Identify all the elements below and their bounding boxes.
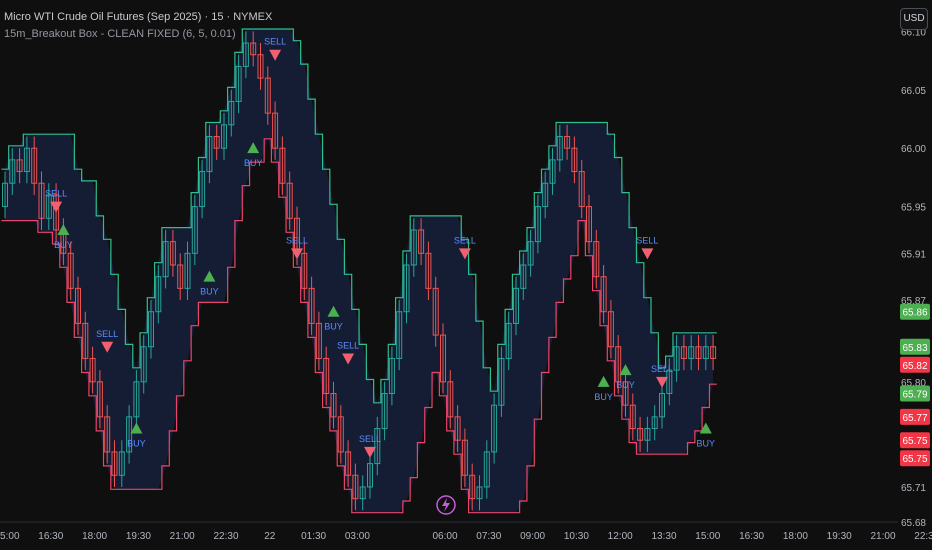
price-tick-label: 65.95 [901, 203, 926, 214]
price-label-text: 65.77 [902, 413, 927, 424]
sell-label: SELL [96, 329, 118, 339]
sell-label: SELL [651, 364, 673, 374]
price-tick-label: 65.71 [901, 483, 926, 494]
time-tick-label: 18:00 [82, 531, 107, 542]
sell-label: SELL [264, 37, 286, 47]
time-tick-label: 21:00 [170, 531, 195, 542]
price-tick-label: 66.00 [901, 144, 926, 155]
time-tick-label: 16:30 [38, 531, 63, 542]
buy-label: BUY [244, 158, 263, 168]
price-label-text: 65.86 [902, 308, 927, 319]
price-tick-label: 66.05 [901, 86, 926, 97]
price-label: 65.79 [900, 385, 930, 402]
time-tick-label: 10:30 [564, 531, 589, 542]
sell-label: SELL [286, 235, 308, 245]
price-label-text: 65.75 [902, 436, 927, 447]
price-tick-label: 65.68 [901, 518, 926, 529]
sell-label: SELL [337, 340, 359, 350]
time-tick-label: 21:00 [870, 531, 895, 542]
price-tick-label: 65.91 [901, 249, 926, 260]
sell-label: SELL [636, 235, 658, 245]
chart-title: Micro WTI Crude Oil Futures (Sep 2025) ·… [4, 11, 273, 23]
price-label: 65.82 [900, 356, 930, 373]
price-label: 65.83 [900, 338, 930, 355]
price-label: 65.75 [900, 450, 930, 467]
time-tick-label: 07:30 [476, 531, 501, 542]
time-tick-label: 22 [264, 531, 276, 542]
time-tick-label: 22:30 [914, 531, 932, 542]
time-tick-label: 18:00 [783, 531, 808, 542]
time-tick-label: 12:00 [608, 531, 633, 542]
price-label: 65.77 [900, 408, 930, 425]
time-tick-label: 22:30 [213, 531, 238, 542]
price-label-text: 65.83 [902, 343, 927, 354]
price-label-text: 65.82 [902, 361, 927, 372]
time-tick-label: 06:00 [432, 531, 457, 542]
buy-label: BUY [697, 439, 716, 449]
time-tick-label: 01:30 [301, 531, 326, 542]
price-chart[interactable]: SELLBUYSELLBUYBUYBUYSELLSELLBUYSELLSELLS… [0, 0, 932, 550]
indicator-legend[interactable]: 15m_Breakout Box - CLEAN FIXED (6, 5, 0.… [4, 28, 236, 40]
price-label: 65.86 [900, 303, 930, 320]
time-tick-label: 19:30 [827, 531, 852, 542]
time-tick-label: 03:00 [345, 531, 370, 542]
time-tick-label: 15:00 [0, 531, 20, 542]
sell-label: SELL [45, 189, 67, 199]
time-tick-label: 09:00 [520, 531, 545, 542]
sell-label: SELL [454, 235, 476, 245]
buy-label: BUY [54, 240, 73, 250]
time-tick-label: 15:00 [695, 531, 720, 542]
currency-button[interactable]: USD [900, 8, 928, 30]
price-label-text: 65.75 [902, 454, 927, 465]
buy-label: BUY [200, 287, 219, 297]
buy-label: BUY [324, 322, 343, 332]
sell-label: SELL [359, 434, 381, 444]
buy-label: BUY [594, 392, 613, 402]
time-tick-label: 13:30 [651, 531, 676, 542]
time-tick-label: 19:30 [126, 531, 151, 542]
time-tick-label: 16:30 [739, 531, 764, 542]
price-label-text: 65.79 [902, 390, 927, 401]
buy-label: BUY [616, 380, 635, 390]
price-label: 65.75 [900, 432, 930, 449]
buy-label: BUY [127, 439, 146, 449]
